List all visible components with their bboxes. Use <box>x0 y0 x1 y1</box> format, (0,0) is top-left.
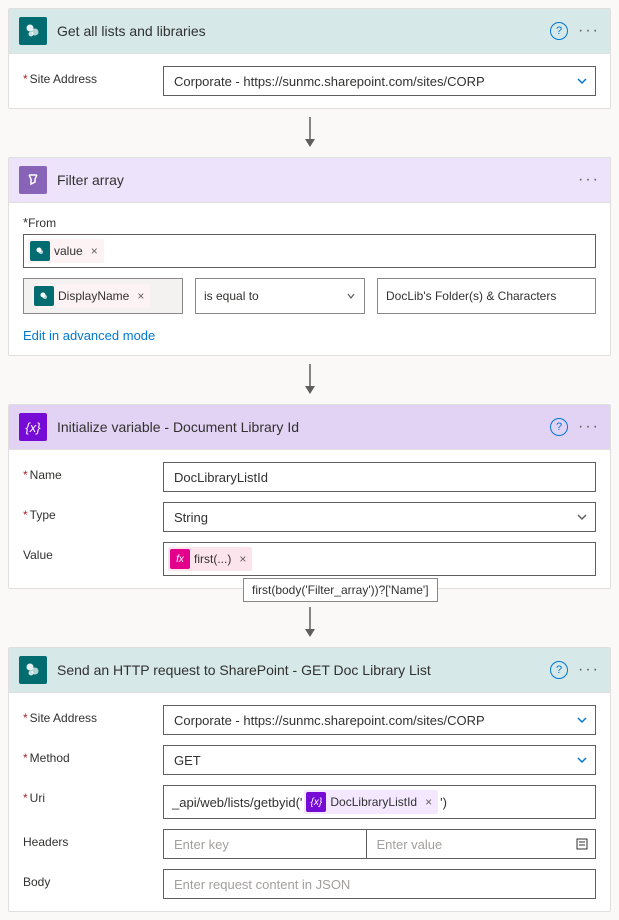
action-title: Get all lists and libraries <box>57 23 550 39</box>
action-header[interactable]: Send an HTTP request to SharePoint - GET… <box>9 648 610 693</box>
name-input[interactable]: DocLibraryListId <box>163 462 596 492</box>
site-address-select[interactable]: Corporate - https://sunmc.sharepoint.com… <box>163 705 596 735</box>
action-filter-array: Filter array ··· *From value × DisplayNa… <box>8 157 611 356</box>
expression-token[interactable]: fx first(...) × <box>168 547 252 571</box>
variable-icon: {x} <box>19 413 47 441</box>
action-header[interactable]: {x} Initialize variable - Document Libra… <box>9 405 610 450</box>
sharepoint-icon <box>30 241 50 261</box>
action-title: Initialize variable - Document Library I… <box>57 419 550 435</box>
connector-arrow <box>8 356 611 404</box>
dynamic-token-displayname[interactable]: DisplayName × <box>32 284 150 308</box>
advanced-mode-link[interactable]: Edit in advanced mode <box>23 328 155 343</box>
type-label: *Type <box>23 502 163 522</box>
from-input[interactable]: value × <box>23 234 596 268</box>
site-address-label: *Site Address <box>23 705 163 725</box>
method-label: *Method <box>23 745 163 765</box>
action-title: Send an HTTP request to SharePoint - GET… <box>57 662 550 678</box>
uri-input[interactable]: _api/web/lists/getbyid(' {x} DocLibraryL… <box>163 785 596 819</box>
remove-token-icon[interactable]: × <box>239 552 246 566</box>
action-get-lists: Get all lists and libraries ? ··· *Site … <box>8 8 611 109</box>
remove-token-icon[interactable]: × <box>425 795 432 809</box>
value-label: Value <box>23 542 163 562</box>
filter-left-input[interactable]: DisplayName × <box>23 278 183 314</box>
variable-icon: {x} <box>306 792 326 812</box>
connector-arrow <box>8 109 611 157</box>
body-label: Body <box>23 869 163 889</box>
expression-tooltip: first(body('Filter_array'))?['Name'] <box>243 578 438 602</box>
method-select[interactable]: GET <box>163 745 596 775</box>
body-input[interactable]: Enter request content in JSON <box>163 869 596 899</box>
filter-icon <box>19 166 47 194</box>
value-input[interactable]: fx first(...) × <box>163 542 596 576</box>
remove-token-icon[interactable]: × <box>137 289 144 303</box>
more-icon[interactable]: ··· <box>578 418 600 436</box>
uri-label: *Uri <box>23 785 163 805</box>
remove-token-icon[interactable]: × <box>91 244 98 258</box>
chevron-down-icon <box>346 291 356 301</box>
action-http-request: Send an HTTP request to SharePoint - GET… <box>8 647 611 912</box>
sharepoint-icon <box>34 286 54 306</box>
name-label: *Name <box>23 462 163 482</box>
action-title: Filter array <box>57 172 578 188</box>
header-value-input[interactable]: Enter value <box>366 829 569 859</box>
action-header[interactable]: Filter array ··· <box>9 158 610 203</box>
chevron-down-icon <box>576 754 588 766</box>
help-icon[interactable]: ? <box>550 418 568 436</box>
help-icon[interactable]: ? <box>550 661 568 679</box>
action-initialize-variable: {x} Initialize variable - Document Libra… <box>8 404 611 589</box>
header-key-input[interactable]: Enter key <box>163 829 366 859</box>
filter-right-input[interactable]: DocLib's Folder(s) & Characters <box>377 278 596 314</box>
more-icon[interactable]: ··· <box>578 661 600 679</box>
more-icon[interactable]: ··· <box>578 22 600 40</box>
sharepoint-icon <box>19 17 47 45</box>
help-icon[interactable]: ? <box>550 22 568 40</box>
sharepoint-icon <box>19 656 47 684</box>
chevron-down-icon <box>576 714 588 726</box>
from-label: *From <box>23 215 596 230</box>
fx-icon: fx <box>170 549 190 569</box>
chevron-down-icon <box>576 511 588 523</box>
dynamic-token-value[interactable]: value × <box>28 239 104 263</box>
type-select[interactable]: String <box>163 502 596 532</box>
variable-token[interactable]: {x} DocLibraryListId × <box>304 790 438 814</box>
chevron-down-icon <box>576 75 588 87</box>
site-address-label: *Site Address <box>23 66 163 86</box>
headers-label: Headers <box>23 829 163 849</box>
toggle-text-mode-icon[interactable] <box>568 829 596 859</box>
action-header[interactable]: Get all lists and libraries ? ··· <box>9 9 610 54</box>
more-icon[interactable]: ··· <box>578 171 600 189</box>
site-address-select[interactable]: Corporate - https://sunmc.sharepoint.com… <box>163 66 596 96</box>
filter-operator-select[interactable]: is equal to <box>195 278 365 314</box>
